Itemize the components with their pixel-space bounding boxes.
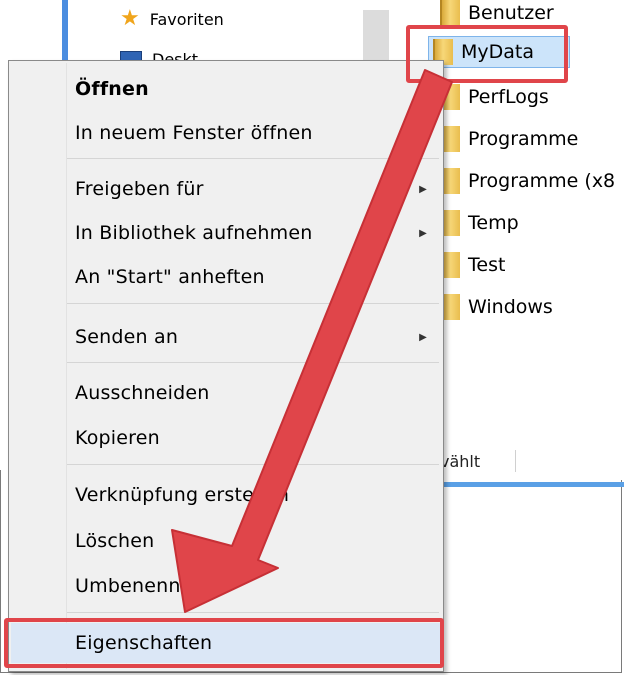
annotation-arrow-shape (171, 69, 453, 613)
annotation-arrow (171, 69, 453, 613)
